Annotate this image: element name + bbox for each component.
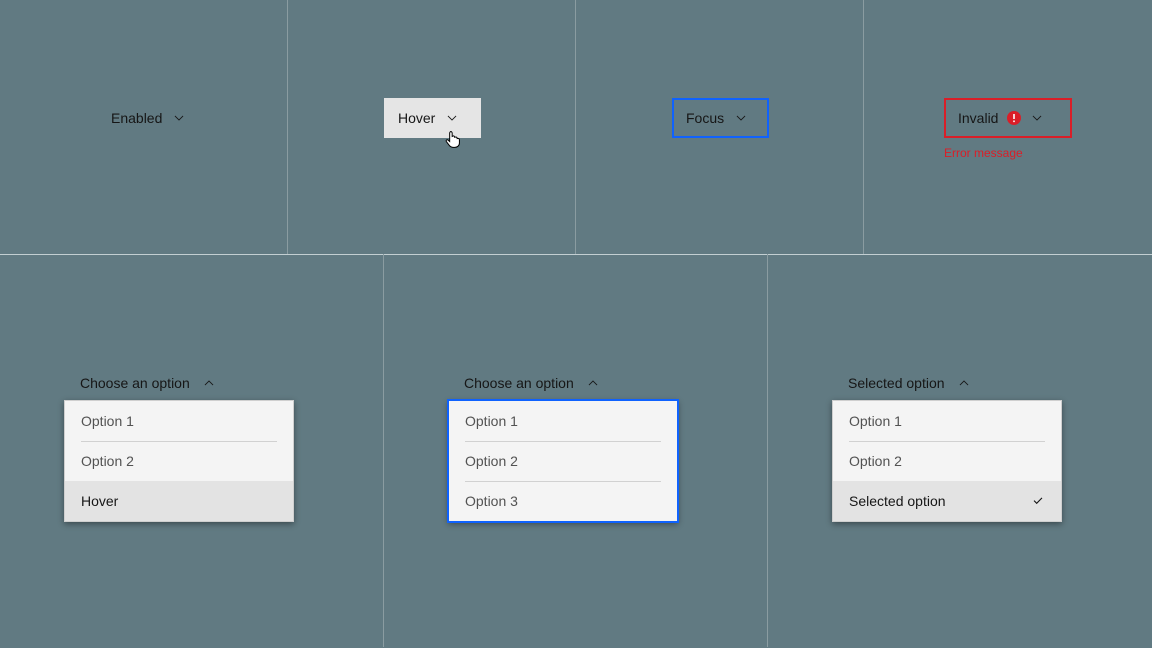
dropdown-label: Selected option: [848, 375, 945, 391]
dropdown-menu: Option 1 Option 2 Hover: [64, 400, 294, 522]
dropdown-menu-focus: Option 1 Option 2 Option 3: [448, 400, 678, 522]
chevron-down-icon: [172, 111, 186, 125]
chevron-up-icon: [202, 376, 216, 390]
dropdown-open-focus[interactable]: Choose an option: [464, 373, 600, 393]
dropdown-label: Hover: [398, 110, 435, 126]
menu-option-label: Option 2: [81, 453, 134, 469]
dropdown-label: Focus: [686, 110, 724, 126]
menu-option-label: Option 1: [849, 413, 902, 429]
warning-icon: [1006, 110, 1022, 126]
dropdown-label: Choose an option: [80, 375, 190, 391]
dropdown-enabled[interactable]: Enabled: [97, 98, 200, 138]
menu-option[interactable]: Option 2: [65, 441, 293, 481]
menu-option-label: Option 2: [849, 453, 902, 469]
chevron-down-icon: [734, 111, 748, 125]
chevron-down-icon: [445, 111, 459, 125]
menu-option[interactable]: Option 3: [449, 481, 677, 521]
menu-option-label: Option 1: [81, 413, 134, 429]
error-message: Error message: [944, 146, 1023, 160]
menu-option[interactable]: Option 1: [833, 401, 1061, 441]
dropdown-open-hover[interactable]: Choose an option: [80, 373, 216, 393]
dropdown-focus[interactable]: Focus: [672, 98, 769, 138]
dropdown-label: Choose an option: [464, 375, 574, 391]
dropdown-menu: Option 1 Option 2 Selected option: [832, 400, 1062, 522]
menu-option-hover[interactable]: Hover: [65, 481, 293, 521]
menu-option-label: Hover: [81, 493, 118, 509]
menu-option-label: Option 1: [465, 413, 518, 429]
menu-option[interactable]: Option 2: [833, 441, 1061, 481]
menu-option[interactable]: Option 1: [449, 401, 677, 441]
dropdown-label: Enabled: [111, 110, 162, 126]
dropdown-invalid[interactable]: Invalid: [944, 98, 1072, 138]
chevron-up-icon: [586, 376, 600, 390]
checkmark-icon: [1031, 494, 1045, 508]
menu-option-label: Selected option: [849, 493, 946, 509]
pointer-cursor-icon: [443, 128, 463, 150]
dropdown-label: Invalid: [958, 110, 998, 126]
chevron-down-icon: [1030, 111, 1044, 125]
dropdown-hover[interactable]: Hover: [384, 98, 481, 138]
chevron-up-icon: [957, 376, 971, 390]
menu-option-selected[interactable]: Selected option: [833, 481, 1061, 521]
dropdown-open-selected[interactable]: Selected option: [848, 373, 971, 393]
menu-option[interactable]: Option 2: [449, 441, 677, 481]
menu-option-label: Option 3: [465, 493, 518, 509]
menu-option-label: Option 2: [465, 453, 518, 469]
menu-option[interactable]: Option 1: [65, 401, 293, 441]
